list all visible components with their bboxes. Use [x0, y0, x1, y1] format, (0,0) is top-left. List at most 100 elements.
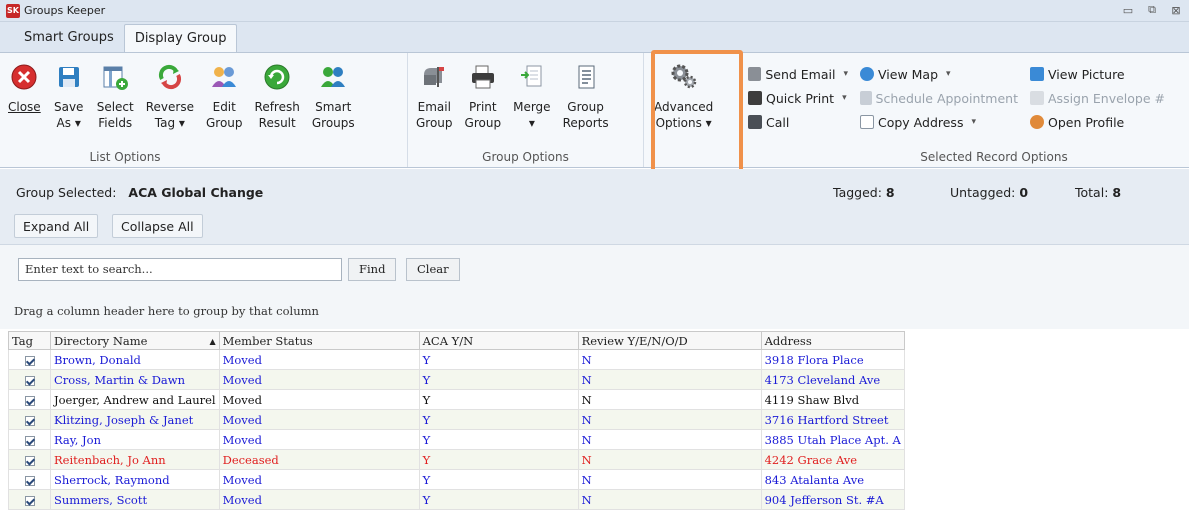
cell-directory-name[interactable]: Brown, Donald: [50, 349, 220, 370]
cell-member-status[interactable]: Deceased: [218, 449, 420, 470]
cell-member-status[interactable]: Moved: [218, 389, 420, 410]
table-row[interactable]: Joerger, Andrew and Laurel Moved Y N 4119 Sh…: [8, 389, 905, 410]
cell-tag[interactable]: [8, 369, 51, 390]
cell-address[interactable]: 3918 Flora Place: [760, 349, 905, 370]
cell-aca[interactable]: Y: [418, 369, 579, 390]
tag-checkbox[interactable]: [24, 435, 35, 446]
cell-address[interactable]: 3885 Utah Place Apt. A: [760, 429, 905, 450]
cell-tag[interactable]: [8, 469, 51, 490]
cell-directory-name[interactable]: Summers, Scott: [50, 489, 220, 510]
table-row[interactable]: Ray, Jon Moved Y N 3885 Utah Place Apt. A: [8, 429, 905, 450]
cell-directory-name[interactable]: Klitzing, Joseph & Janet: [50, 409, 220, 430]
cell-tag[interactable]: [8, 389, 51, 410]
view-map-label: View Map: [878, 66, 939, 82]
cell-member-status[interactable]: Moved: [218, 429, 420, 450]
tag-checkbox[interactable]: [24, 355, 35, 366]
collapse-all-button[interactable]: Collapse All: [112, 214, 203, 238]
table-row[interactable]: Sherrock, Raymond Moved Y N 843 Atalanta Ave: [8, 469, 905, 490]
restore-button[interactable]: ⧉: [1145, 2, 1159, 18]
cell-member-status[interactable]: Moved: [218, 409, 420, 430]
cell-aca[interactable]: Y: [418, 449, 579, 470]
cell-member-status[interactable]: Moved: [218, 469, 420, 490]
cell-review[interactable]: N: [577, 469, 762, 490]
cell-review[interactable]: N: [577, 489, 762, 510]
col-header-member-status[interactable]: Member Status: [218, 331, 420, 350]
expand-all-button[interactable]: Expand All: [14, 214, 99, 238]
table-row[interactable]: Klitzing, Joseph & Janet Moved Y N 3716 Hart…: [8, 409, 905, 430]
search-input[interactable]: Enter text to search...: [18, 258, 342, 281]
col-header-aca[interactable]: ACA Y/N: [418, 331, 579, 350]
quick-print-caret: ▾: [842, 93, 847, 103]
find-button[interactable]: Find: [348, 258, 397, 281]
schedule-appointment-button[interactable]: Schedule Appointment: [860, 89, 1018, 107]
smart-groups-button[interactable]: Smart Groups: [306, 57, 361, 167]
cell-address[interactable]: 3716 Hartford Street: [760, 409, 905, 430]
cell-tag[interactable]: [8, 489, 51, 510]
group-by-drop-zone[interactable]: Drag a column header here to group by th…: [14, 304, 319, 318]
cell-address[interactable]: 4242 Grace Ave: [760, 449, 905, 470]
tag-checkbox[interactable]: [24, 415, 35, 426]
cell-aca[interactable]: Y: [418, 409, 579, 430]
col-header-directory-name[interactable]: Directory Name ▲: [50, 331, 220, 350]
cell-review[interactable]: N: [577, 449, 762, 470]
cell-address[interactable]: 4173 Cleveland Ave: [760, 369, 905, 390]
quick-print-button[interactable]: Quick Print ▾: [748, 89, 848, 107]
tag-checkbox[interactable]: [24, 455, 35, 466]
cell-address[interactable]: 904 Jefferson St. #A: [760, 489, 905, 510]
view-map-button[interactable]: View Map ▾: [860, 65, 1018, 83]
cell-aca[interactable]: Y: [418, 349, 579, 370]
cell-aca[interactable]: Y: [418, 489, 579, 510]
cell-directory-name[interactable]: Cross, Martin & Dawn: [50, 369, 220, 390]
close-circle-icon: [8, 61, 40, 93]
advanced-options-button[interactable]: Advanced Options ▾: [646, 57, 721, 167]
cell-tag[interactable]: [8, 349, 51, 370]
cell-aca[interactable]: Y: [418, 429, 579, 450]
cell-tag[interactable]: [8, 449, 51, 470]
tab-display-group[interactable]: Display Group: [123, 24, 238, 52]
cell-review[interactable]: N: [577, 429, 762, 450]
cell-review[interactable]: N: [577, 389, 762, 410]
col-header-address[interactable]: Address: [760, 331, 905, 350]
view-picture-button[interactable]: View Picture: [1030, 65, 1168, 83]
cell-directory-name[interactable]: Joerger, Andrew and Laurel: [50, 389, 220, 410]
cell-address[interactable]: 843 Atalanta Ave: [760, 469, 905, 490]
call-button[interactable]: Call: [748, 113, 848, 131]
assign-envelope-button[interactable]: Assign Envelope #: [1030, 89, 1168, 107]
cell-aca[interactable]: Y: [418, 469, 579, 490]
cell-directory-name[interactable]: Reitenbach, Jo Ann: [50, 449, 220, 470]
cell-member-status[interactable]: Moved: [218, 489, 420, 510]
send-email-button[interactable]: Send Email ▾: [748, 65, 848, 83]
cell-review[interactable]: N: [577, 349, 762, 370]
tab-smart-groups[interactable]: Smart Groups: [14, 24, 124, 52]
cell-aca[interactable]: Y: [418, 389, 579, 410]
tag-checkbox[interactable]: [24, 475, 35, 486]
clear-button[interactable]: Clear: [406, 258, 460, 281]
cell-directory-name[interactable]: Ray, Jon: [50, 429, 220, 450]
table-row[interactable]: Summers, Scott Moved Y N 904 Jefferson St. #…: [8, 489, 905, 510]
cell-member-status[interactable]: Moved: [218, 349, 420, 370]
minimize-button[interactable]: ▭: [1121, 2, 1135, 18]
refresh-result-button[interactable]: Refresh Result: [249, 57, 306, 167]
cell-address[interactable]: 4119 Shaw Blvd: [760, 389, 905, 410]
open-profile-button[interactable]: Open Profile: [1030, 113, 1168, 131]
copy-address-button[interactable]: Copy Address ▾: [860, 113, 1018, 131]
cell-review[interactable]: N: [577, 369, 762, 390]
cell-tag[interactable]: [8, 409, 51, 430]
tag-checkbox[interactable]: [24, 375, 35, 386]
table-row[interactable]: Brown, Donald Moved Y N 3918 Flora Place: [8, 349, 905, 370]
col-header-tag[interactable]: Tag: [8, 331, 51, 350]
tag-checkbox[interactable]: [24, 395, 35, 406]
window-controls: ▭ ⧉ ⊠: [1121, 2, 1183, 18]
tag-checkbox[interactable]: [24, 495, 35, 506]
schedule-appointment-label: Schedule Appointment: [875, 90, 1018, 106]
tagged-count: Tagged: 8: [833, 185, 895, 200]
copy-icon: [860, 115, 874, 129]
cell-tag[interactable]: [8, 429, 51, 450]
close-window-button[interactable]: ⊠: [1169, 2, 1183, 18]
table-row[interactable]: Cross, Martin & Dawn Moved Y N 4173 Clevelan…: [8, 369, 905, 390]
cell-review[interactable]: N: [577, 409, 762, 430]
cell-member-status[interactable]: Moved: [218, 369, 420, 390]
table-row[interactable]: Reitenbach, Jo Ann Deceased Y N 4242 Grace A…: [8, 449, 905, 470]
col-header-review[interactable]: Review Y/E/N/O/D: [577, 331, 762, 350]
cell-directory-name[interactable]: Sherrock, Raymond: [50, 469, 220, 490]
